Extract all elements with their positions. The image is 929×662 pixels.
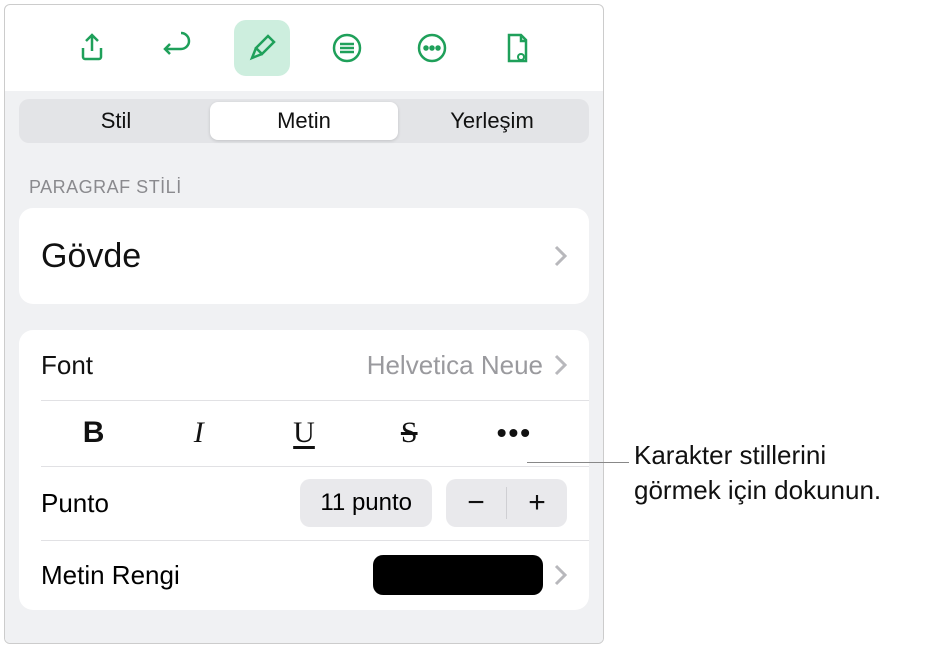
chevron-right-icon: [553, 353, 567, 377]
paragraph-style-name: Gövde: [41, 237, 543, 276]
paragraph-style-card: Gövde: [19, 208, 589, 304]
italic-button[interactable]: I: [146, 416, 251, 450]
more-button[interactable]: [404, 20, 460, 76]
format-tabs: Stil Metin Yerleşim: [19, 99, 589, 143]
text-color-row[interactable]: Metin Rengi: [19, 540, 589, 610]
bold-button[interactable]: B: [41, 416, 146, 450]
strikethrough-button[interactable]: S: [357, 416, 462, 450]
text-color-swatch[interactable]: [373, 555, 543, 595]
tab-style[interactable]: Stil: [22, 102, 210, 140]
text-color-label: Metin Rengi: [41, 560, 373, 591]
size-stepper: − +: [446, 479, 567, 527]
undo-button[interactable]: [149, 20, 205, 76]
insert-button[interactable]: [319, 20, 375, 76]
document-view-button[interactable]: [489, 20, 545, 76]
chevron-right-icon: [553, 244, 567, 268]
text-format-content: PARAGRAF STİLİ Gövde Font Helvetica Neue…: [5, 153, 603, 643]
character-style-row: B I U S •••: [19, 400, 589, 466]
share-button[interactable]: [64, 20, 120, 76]
format-panel: Stil Metin Yerleşim PARAGRAF STİLİ Gövde…: [4, 4, 604, 644]
paragraph-style-row[interactable]: Gövde: [19, 208, 589, 304]
size-decrease-button[interactable]: −: [446, 479, 506, 527]
callout-text: Karakter stillerini görmek için dokunun.: [634, 438, 914, 508]
callout-leader-line: [527, 462, 629, 463]
more-character-styles-button[interactable]: •••: [462, 417, 567, 449]
size-value-button[interactable]: 11 punto: [300, 479, 432, 527]
size-increase-button[interactable]: +: [507, 479, 567, 527]
chevron-right-icon: [553, 563, 567, 587]
tab-text[interactable]: Metin: [210, 102, 398, 140]
underline-button[interactable]: U: [251, 416, 356, 450]
font-value: Helvetica Neue: [367, 350, 543, 381]
font-label: Font: [41, 350, 367, 381]
tab-bar-container: Stil Metin Yerleşim: [5, 91, 603, 153]
paragraph-style-section-label: PARAGRAF STİLİ: [19, 171, 589, 208]
top-toolbar: [5, 5, 603, 91]
font-row[interactable]: Font Helvetica Neue: [19, 330, 589, 400]
format-brush-button[interactable]: [234, 20, 290, 76]
tab-layout[interactable]: Yerleşim: [398, 102, 586, 140]
font-card: Font Helvetica Neue B I U S ••• Punto 11…: [19, 330, 589, 610]
font-size-row: Punto 11 punto − +: [19, 466, 589, 540]
size-label: Punto: [41, 488, 286, 519]
